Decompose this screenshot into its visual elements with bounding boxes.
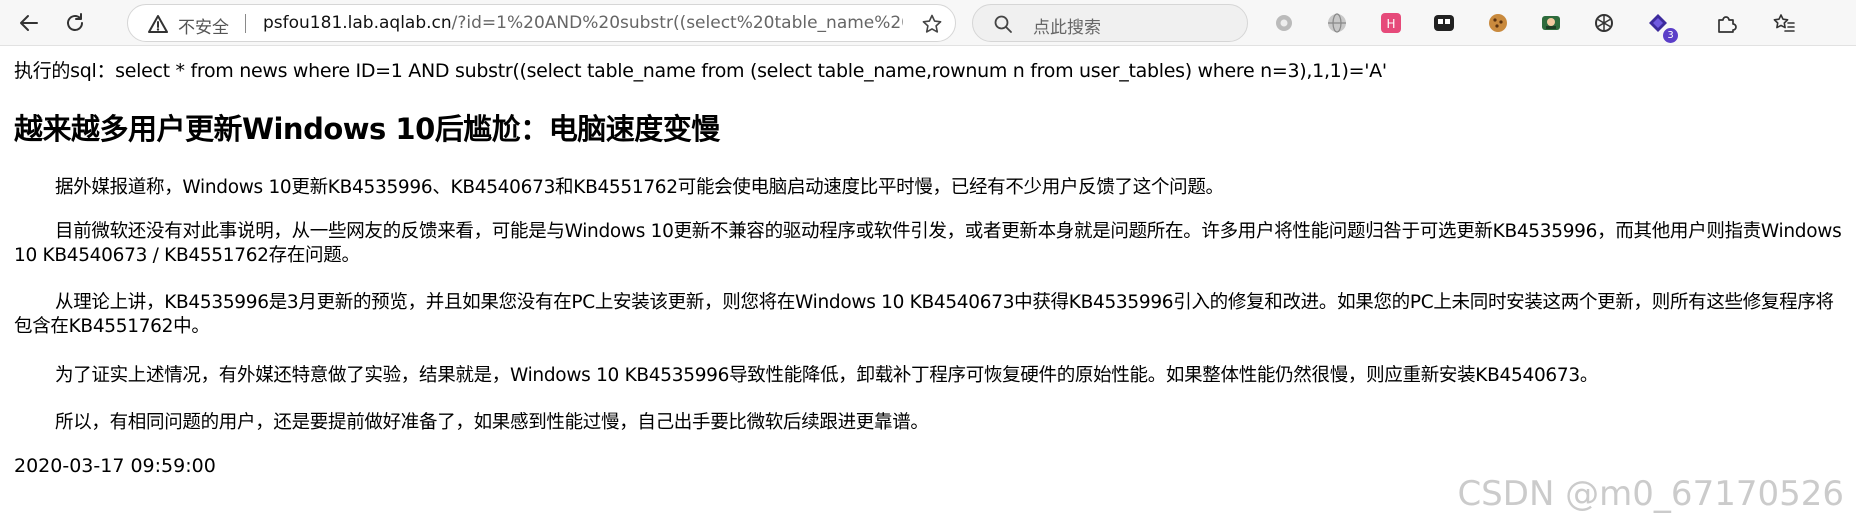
url-path: /?id=1%20AND%20substr((select%20table_na…	[451, 13, 903, 33]
search-placeholder: 点此搜索	[1033, 18, 1101, 38]
search-icon	[994, 15, 1012, 33]
diamond-extension-icon[interactable]: 3	[1644, 9, 1678, 43]
cookie-extension-icon[interactable]	[1484, 9, 1512, 37]
openai-extension-icon[interactable]	[1590, 9, 1618, 37]
back-button[interactable]	[12, 6, 46, 40]
wappalyzer-extension-icon[interactable]	[1537, 9, 1565, 37]
article-paragraph: 为了证实上述情况，有外媒还特意做了实验，结果就是，Windows 10 KB45…	[55, 365, 1599, 386]
article-title: 越来越多用户更新Windows 10后尴尬：电脑速度变慢	[14, 112, 720, 146]
address-bar[interactable]: 不安全 psfou181.lab.aqlab.cn/?id=1%20AND%20…	[127, 4, 956, 42]
star-icon[interactable]	[921, 13, 943, 35]
reload-button[interactable]	[58, 6, 92, 40]
article-paragraph: 目前微软还没有对此事说明，从一些网友的反馈来看，可能是与Windows 10更新…	[14, 221, 1842, 266]
executed-sql-text: 执行的sql：select * from news where ID=1 AND…	[14, 60, 1387, 82]
address-separator	[245, 14, 246, 33]
watermark-text: CSDN @m0_67170526	[1457, 474, 1844, 514]
url-text[interactable]: psfou181.lab.aqlab.cn/?id=1%20AND%20subs…	[263, 13, 903, 33]
reload-icon	[67, 13, 83, 31]
tab-extension-icon[interactable]	[1430, 9, 1458, 37]
extension-badge: 3	[1663, 28, 1678, 43]
back-arrow-icon	[20, 15, 38, 31]
favorites-list-icon[interactable]	[1770, 9, 1798, 37]
url-host: psfou181.lab.aqlab.cn	[263, 13, 452, 33]
publish-date: 2020-03-17 09:59:00	[14, 455, 216, 477]
article-paragraph: 从理论上讲，KB4535996是3月更新的预览，并且如果您没有在PC上安装该更新…	[14, 292, 1834, 337]
warning-icon[interactable]	[148, 14, 168, 34]
hackbar-extension-icon[interactable]: H	[1377, 9, 1405, 37]
browser-toolbar: 不安全 psfou181.lab.aqlab.cn/?id=1%20AND%20…	[0, 0, 1856, 46]
puzzle-extension-icon[interactable]	[1712, 9, 1740, 37]
svg-text:H: H	[1386, 17, 1395, 31]
article-paragraph: 据外媒报道称，Windows 10更新KB4535996、KB4540673和K…	[55, 177, 1224, 198]
insecure-label[interactable]: 不安全	[178, 13, 229, 38]
globe-extension-icon[interactable]	[1323, 9, 1351, 37]
search-box[interactable]: 点此搜索	[972, 4, 1248, 42]
gear-extension-icon[interactable]	[1270, 9, 1298, 37]
article-paragraph: 所以，有相同问题的用户，还是要提前做好准备了，如果感到性能过慢，自己出手要比微软…	[55, 412, 929, 433]
